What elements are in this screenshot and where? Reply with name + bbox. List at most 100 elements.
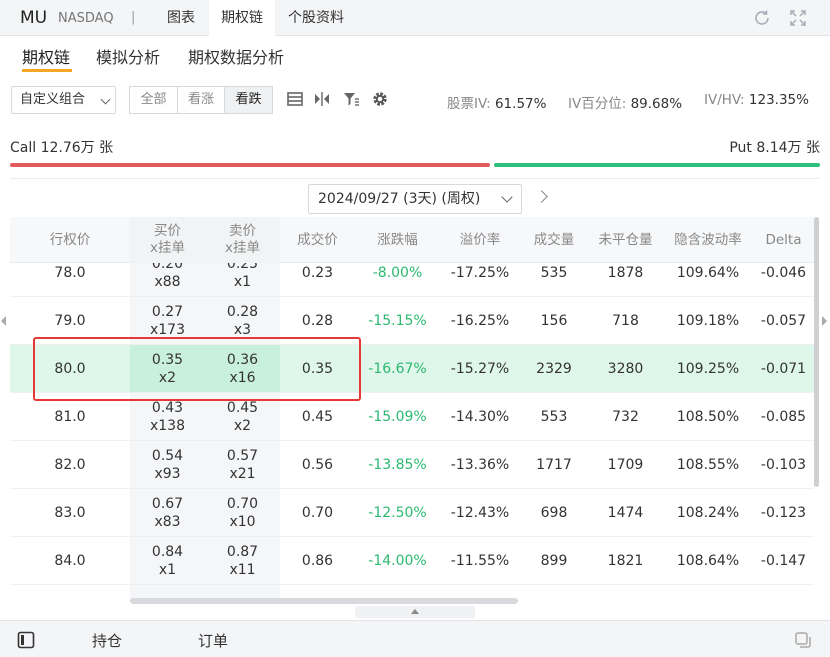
cell-bid[interactable]: 0.27 x173 [130, 297, 205, 344]
cell-bid[interactable]: 1.03 [130, 585, 205, 598]
cell-bid[interactable]: 0.54 x93 [130, 441, 205, 488]
iv-hv-stat: IV/HV: 123.35% [704, 92, 809, 108]
combo-select[interactable]: 自定义组合 [11, 86, 116, 114]
scroll-left-icon[interactable] [1, 316, 7, 326]
table-header: 行权价 买价 x挂单 卖价 x挂单 成交价 涨跌幅 溢价率 成交量 未平仓量 隐含波动率 Delta [10, 217, 814, 263]
expiry-select[interactable]: 2024/09/27 (3天) (周权) [308, 184, 522, 214]
tab-stock-profile[interactable]: 个股资料 [275, 0, 357, 36]
call-volume-bar [10, 163, 490, 167]
collapse-panel-button[interactable] [355, 606, 475, 618]
column-header-strike[interactable]: 行权价 [10, 217, 130, 263]
cell-implied-volatility: 108.50% [663, 393, 753, 440]
cell-value: 0.27 [151, 303, 184, 320]
column-header-last[interactable]: 成交价 [280, 217, 355, 263]
table-row[interactable]: 80.0 0.35 x2 0.36 x16 0.35 -16.67% -15.27% 2329 3… [10, 345, 814, 393]
cell-ask[interactable]: 0.87 x11 [205, 537, 280, 584]
cell-ask[interactable]: 0.57 x21 [205, 441, 280, 488]
cell-bid[interactable]: 0.84 x1 [130, 537, 205, 584]
cell-value: 84.0 [54, 552, 86, 569]
filter-put-button[interactable]: 看跌 [224, 86, 273, 114]
cell-value: -13.36% [450, 456, 510, 473]
tab-positions[interactable]: 持仓 [92, 630, 122, 651]
cell-ask[interactable]: 0.36 x16 [205, 345, 280, 392]
cell-volume [520, 585, 588, 598]
cell-strike [10, 585, 130, 598]
cell-premium: -17.25% [440, 263, 520, 296]
filter-all-button[interactable]: 全部 [129, 86, 178, 114]
cell-ask[interactable]: 1.06 [205, 585, 280, 598]
ticker-symbol: MU [20, 8, 48, 28]
cell-implied-volatility: 109.25% [663, 345, 753, 392]
refresh-icon[interactable] [752, 8, 772, 28]
panel-toggle-icon[interactable] [17, 631, 35, 649]
table-row[interactable]: 78.0 0.20 x88 0.25 x1 0.23 -8.00% -17.25% 535 187… [10, 263, 814, 297]
cell-ask[interactable]: 0.70 x10 [205, 489, 280, 536]
cell-ask[interactable]: 0.25 x1 [205, 263, 280, 296]
cell-ask[interactable]: 0.45 x2 [205, 393, 280, 440]
popout-window-icon[interactable] [794, 631, 812, 649]
cell-bid[interactable]: 0.20 x88 [130, 263, 205, 296]
cell-value: 156 [540, 312, 568, 329]
column-header-bid[interactable]: 买价 x挂单 [130, 217, 205, 263]
vertical-scrollbar[interactable] [814, 217, 819, 487]
cell-order-size: x173 [149, 321, 185, 338]
cell-order-size: x1 [158, 561, 177, 578]
table-layout-icon[interactable] [286, 90, 304, 108]
column-header-label: 卖价 [229, 223, 256, 239]
tab-chart[interactable]: 图表 [153, 0, 209, 36]
chevron-up-icon [411, 609, 419, 614]
column-header-label: 溢价率 [459, 231, 501, 248]
cell-change: -8.00% [355, 263, 440, 296]
tab-option-chain[interactable]: 期权链 [209, 0, 275, 36]
filter-icon[interactable] [342, 90, 360, 108]
table-row[interactable]: 81.0 0.43 x138 0.45 x2 0.45 -15.09% -14.30% 553 7… [10, 393, 814, 441]
cell-value: 0.43 [151, 399, 184, 416]
cell-order-size: x10 [229, 513, 256, 530]
cell-delta: -0.085 [753, 393, 814, 440]
cell-change: -16.67% [355, 345, 440, 392]
table-row[interactable]: 84.0 0.84 x1 0.87 x11 0.86 -14.00% -11.55% 899 18… [10, 537, 814, 585]
table-row[interactable]: 82.0 0.54 x93 0.57 x21 0.56 -13.85% -13.36% 1717… [10, 441, 814, 489]
table-row[interactable]: 79.0 0.27 x173 0.28 x3 0.28 -15.15% -16.25% 156 7… [10, 297, 814, 345]
split-view-icon[interactable] [313, 90, 331, 108]
table-row[interactable]: 83.0 0.67 x83 0.70 x10 0.70 -12.50% -12.43% 698 1… [10, 489, 814, 537]
cell-bid[interactable]: 0.35 x2 [130, 345, 205, 392]
header-separator: | [131, 10, 136, 25]
fullscreen-icon[interactable] [788, 8, 808, 28]
horizontal-scrollbar[interactable] [130, 598, 518, 604]
divider [10, 178, 820, 179]
table-row[interactable]: 1.031.06 [10, 585, 814, 598]
cell-bid[interactable]: 0.43 x138 [130, 393, 205, 440]
cell-ask[interactable]: 0.28 x3 [205, 297, 280, 344]
cell-order-size: x88 [154, 273, 181, 290]
scroll-right-icon[interactable] [822, 316, 828, 326]
cell-value: -16.25% [450, 312, 510, 329]
filter-call-button[interactable]: 看涨 [177, 86, 225, 114]
gear-icon[interactable] [371, 90, 389, 108]
subtab-option-data-analysis[interactable]: 期权数据分析 [188, 44, 284, 68]
cell-change [355, 585, 440, 598]
column-header-open-interest[interactable]: 未平仓量 [588, 217, 663, 263]
tab-orders[interactable]: 订单 [198, 630, 228, 651]
cell-value: 108.50% [676, 408, 740, 425]
column-header-implied-volatility[interactable]: 隐含波动率 [663, 217, 753, 263]
column-header-label: x挂单 [225, 240, 260, 256]
next-expiry-chevron-icon[interactable] [535, 190, 548, 203]
column-header-ask[interactable]: 卖价 x挂单 [205, 217, 280, 263]
cell-value: 0.86 [301, 552, 334, 569]
column-header-delta[interactable]: Delta [753, 217, 814, 263]
cell-value: -12.50% [368, 504, 427, 521]
subtab-simulation[interactable]: 模拟分析 [96, 44, 160, 68]
column-header-premium[interactable]: 溢价率 [440, 217, 520, 263]
cell-value: 109.64% [676, 264, 740, 281]
cell-value: 1709 [607, 456, 644, 473]
subtab-option-chain[interactable]: 期权链 [22, 44, 70, 68]
cell-bid[interactable]: 0.67 x83 [130, 489, 205, 536]
column-header-volume[interactable]: 成交量 [520, 217, 588, 263]
cell-value: 0.54 [151, 447, 184, 464]
cell-delta: -0.147 [753, 537, 814, 584]
column-header-change[interactable]: 涨跌幅 [355, 217, 440, 263]
cell-value: -15.09% [368, 408, 427, 425]
cell-premium: -15.27% [440, 345, 520, 392]
cell-value: 83.0 [54, 504, 86, 521]
